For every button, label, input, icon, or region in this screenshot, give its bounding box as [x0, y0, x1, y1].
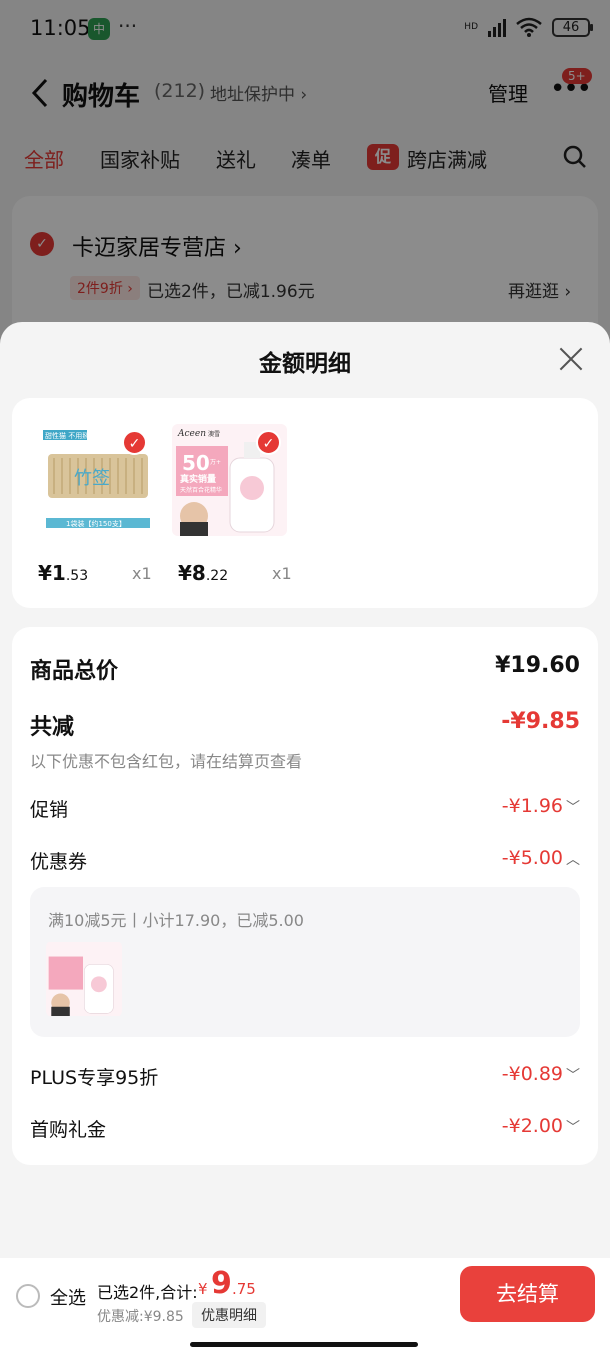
total-price-label: 商品总价 [30, 659, 119, 684]
total-currency-symbol: ¥ [198, 1280, 208, 1298]
checkout-button[interactable]: 去结算 [460, 1266, 595, 1322]
product-list-card: 甜性猫 不用掰 竹签 1袋装【约150支】 ✓ ¥1.53 x1 Aceen 澳… [12, 398, 598, 608]
selected-info: 已选2件,合计: [97, 1283, 198, 1302]
sales-unit: 万+ [210, 459, 221, 466]
product-price: ¥1.53 [38, 561, 89, 585]
plus-discount-label: PLUS专享95折 [30, 1067, 159, 1089]
total-reduction-label: 共减 [30, 715, 75, 740]
sales-text: 真实销量 [180, 473, 216, 485]
discount-info: 优惠减:¥9.85 [97, 1309, 184, 1325]
product-label-top: 甜性猫 不用掰 [45, 431, 89, 440]
brand-label: Aceen [177, 429, 206, 439]
close-icon[interactable] [557, 344, 587, 374]
coupon-product-thumbnail [46, 941, 122, 1017]
product-checkbox[interactable]: ✓ [256, 430, 281, 455]
sales-number: 50 [182, 451, 210, 475]
first-purchase-gift-value: -¥2.00 ﹀ [501, 1115, 580, 1137]
sheet-title: 金额明细 [259, 351, 351, 377]
product-price: ¥8.22 [178, 561, 229, 585]
coupon-detail-box: 满10减5元丨小计17.90，已减5.00 [30, 887, 580, 1037]
product-subtitle: 天然百合花精华 [180, 486, 222, 494]
total-price-value: ¥19.60 [495, 653, 580, 678]
first-purchase-gift-label: 首购礼金 [30, 1119, 107, 1141]
chevron-up-icon: ︿ [566, 852, 580, 868]
shower-gel-product-image: Aceen 澳雪 50 万+ 真实销量 天然百合花精华 ✓ [172, 424, 287, 536]
product-label-bottom: 1袋装【约150支】 [66, 519, 126, 528]
amount-detail-sheet: 金额明细 甜性猫 不用掰 竹签 1袋装【约150支】 ✓ ¥1.53 x1 Ac… [0, 322, 610, 1356]
coupon-label: 优惠券 [30, 851, 88, 873]
reduction-note: 以下优惠不包含红包，请在结算页查看 [30, 752, 303, 771]
total-amount-integer: 9 [211, 1266, 232, 1301]
product-checkbox[interactable]: ✓ [122, 430, 147, 455]
checkout-bar: 全选 已选2件,合计: ¥ 9 .75 优惠减:¥9.85 优惠明细 去结算 [0, 1258, 610, 1356]
product-quantity: x1 [272, 564, 292, 583]
total-reduction-value: -¥9.85 [501, 709, 580, 734]
total-amount-decimal: .75 [232, 1280, 256, 1298]
coupon-value: -¥5.00 ︿ [501, 847, 580, 869]
product-quantity: x1 [132, 564, 152, 583]
promotion-value: -¥1.96 ﹀ [501, 795, 580, 817]
chevron-down-icon: ﹀ [566, 1120, 580, 1136]
coupon-info: 满10减5元丨小计17.90，已减5.00 [48, 911, 304, 930]
discount-detail-button[interactable]: 优惠明细 [192, 1302, 266, 1328]
brand-cn-label: 澳雪 [208, 430, 220, 438]
promotion-label: 促销 [30, 799, 69, 821]
select-all-radio[interactable] [16, 1284, 40, 1308]
chevron-down-icon: ﹀ [566, 800, 580, 816]
toothpick-product-image: 甜性猫 不用掰 竹签 1袋装【约150支】 ✓ [38, 424, 153, 536]
price-summary-card: 商品总价 ¥19.60 共减 -¥9.85 以下优惠不包含红包，请在结算页查看 … [12, 627, 598, 1165]
home-indicator [190, 1342, 418, 1347]
select-all-label[interactable]: 全选 [50, 1284, 86, 1310]
product-label-mid: 竹签 [74, 468, 110, 489]
plus-discount-value: -¥0.89 ﹀ [501, 1063, 580, 1085]
chevron-down-icon: ﹀ [566, 1068, 580, 1084]
